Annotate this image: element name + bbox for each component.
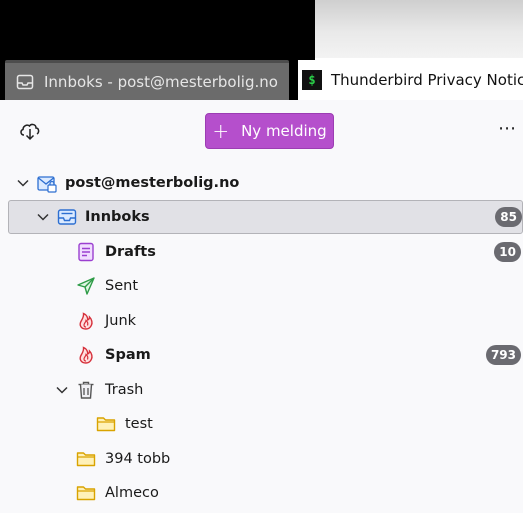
more-options-button[interactable]: ⋯ (498, 118, 520, 142)
folder-row-innboks[interactable]: Innboks 85 (8, 200, 523, 234)
folder-row-394-tobb[interactable]: 394 tobb (0, 442, 523, 476)
chevron-down-icon[interactable] (55, 383, 69, 397)
folder-name: Innboks (85, 209, 150, 225)
folder-name: Almeco (105, 485, 159, 501)
folder-name: Junk (105, 313, 137, 329)
folder-name: Sent (105, 278, 139, 294)
folder-icon (96, 417, 116, 432)
trash-icon (78, 381, 94, 399)
folder-name: 394 tobb (105, 451, 171, 467)
folder-row-almeco[interactable]: Almeco (0, 476, 523, 510)
folder-row-test[interactable]: test (0, 407, 523, 441)
new-message-label: Ny melding (241, 122, 327, 140)
tab-inbox[interactable]: Innboks - post@mesterbolig.no (5, 60, 289, 100)
folder-name: test (125, 416, 153, 432)
cloud-download-icon (20, 123, 40, 141)
account-name: post@mesterbolig.no (65, 175, 240, 191)
folder-row-sent[interactable]: Sent (0, 269, 523, 303)
chevron-down-icon[interactable] (36, 210, 50, 224)
folder-name: Spam (105, 347, 151, 363)
folder-row-junk[interactable]: Junk (0, 304, 523, 338)
plus-icon: + (212, 119, 230, 143)
account-row[interactable]: post@mesterbolig.no (0, 166, 523, 200)
folder-row-drafts[interactable]: Drafts 10 (0, 235, 523, 269)
unread-count-badge: 85 (495, 207, 522, 227)
folder-name: Trash (105, 382, 144, 398)
more-icon: ⋯ (498, 118, 516, 139)
new-message-button[interactable]: + Ny melding (205, 113, 334, 149)
unread-count-badge: 793 (485, 345, 521, 365)
background-window-area (315, 0, 523, 58)
tab-privacy-notice[interactable]: $ Thunderbird Privacy Notice — (298, 60, 523, 100)
terminal-tab-icon: $ (302, 70, 322, 90)
folder-icon (76, 486, 96, 501)
inbox-icon (57, 209, 77, 225)
sent-icon (77, 277, 95, 295)
drafts-icon (78, 242, 94, 262)
tab-label: Innboks - post@mesterbolig.no (44, 72, 278, 91)
account-mail-icon (37, 176, 57, 193)
inbox-tab-icon (15, 72, 35, 92)
folder-row-trash[interactable]: Trash (0, 373, 523, 407)
folder-row-spam[interactable]: Spam 793 (0, 338, 523, 372)
folder-name: Drafts (105, 244, 156, 260)
junk-icon (79, 312, 93, 330)
spam-icon (79, 346, 93, 364)
get-messages-button[interactable] (18, 120, 42, 142)
unread-count-badge: 10 (494, 242, 521, 262)
chevron-down-icon[interactable] (16, 176, 30, 190)
tab-label: Thunderbird Privacy Notice — (331, 71, 523, 89)
folder-icon (76, 452, 96, 467)
